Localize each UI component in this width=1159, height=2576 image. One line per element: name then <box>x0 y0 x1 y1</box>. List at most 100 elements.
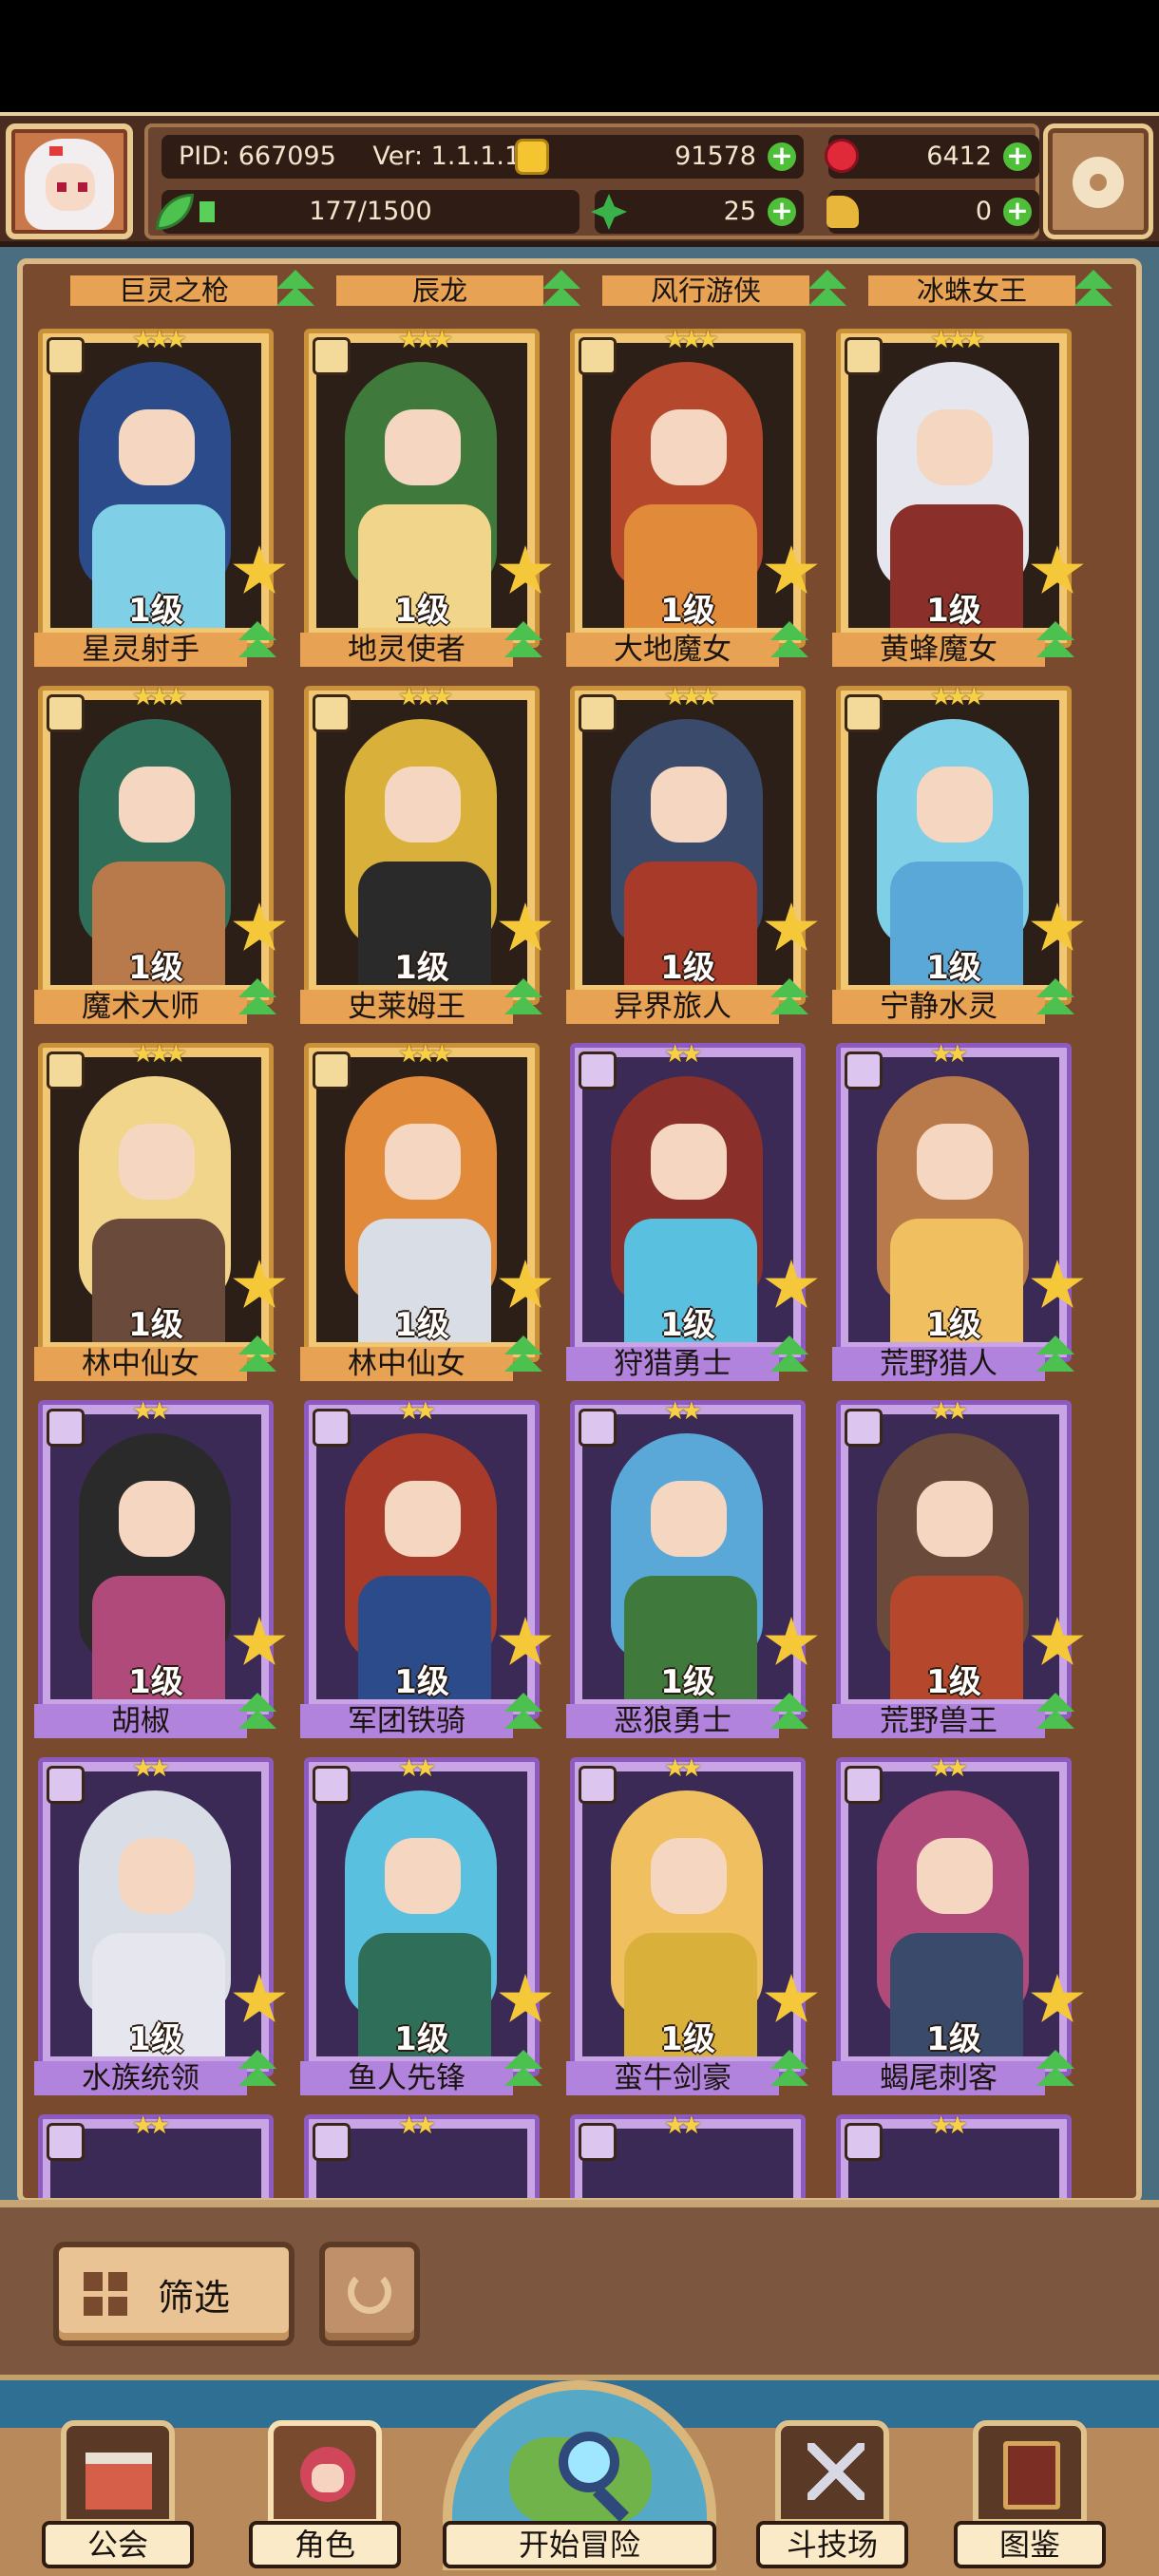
upgrade-arrow-icon[interactable] <box>1034 1334 1077 1375</box>
card-frame: 1级 ★★ <box>38 1754 274 2076</box>
card-frame: 1级 ★★ <box>836 1397 1072 1719</box>
hero-card[interactable]: 1级 ★★★ 林中仙女 <box>300 1040 552 1381</box>
hero-card[interactable]: 1级 ★★★ 林中仙女 <box>34 1040 286 1381</box>
rarity-stars-icon: ★★★ <box>398 326 453 354</box>
hero-portrait: 1级 <box>316 700 527 985</box>
hero-card[interactable]: 1级 ★★ 蝎尾刺客 <box>832 1754 1084 2095</box>
hero-level: 1级 <box>128 1663 183 1699</box>
card-frame: 1级 ★★ <box>836 1040 1072 1362</box>
upgrade-arrow-icon[interactable] <box>236 1334 279 1375</box>
avatar-eye-left <box>57 182 66 192</box>
upgrade-arrow-icon[interactable] <box>768 1691 811 1733</box>
hero-portrait: 1级 <box>848 700 1059 985</box>
hero-card[interactable]: 1级 ★★★ 黄蜂魔女 <box>832 326 1084 667</box>
hero-level: 1级 <box>394 1306 449 1342</box>
card-frame: 1级 ★★★ <box>836 326 1072 648</box>
add-token-plus-icon[interactable]: + <box>1003 198 1032 226</box>
hero-card[interactable]: 1级 ★★ 蛮牛剑豪 <box>566 1754 818 2095</box>
portrait-face <box>651 1838 727 1914</box>
upgrade-arrow-icon[interactable] <box>236 976 279 1018</box>
pid-text: PID: 667095 <box>179 142 336 171</box>
upgrade-arrow-icon[interactable] <box>768 976 811 1018</box>
upgrade-arrow-icon[interactable] <box>502 1691 545 1733</box>
nav-tab-codex[interactable]: 图鉴 <box>954 2420 1106 2576</box>
hero-card[interactable]: 1级 ★★★ 史莱姆王 <box>300 683 552 1024</box>
strip-hero-card[interactable]: 辰龙 <box>317 272 574 310</box>
upgrade-arrow-icon <box>1072 268 1115 310</box>
hero-portrait: 1级 <box>582 700 793 985</box>
hero-card[interactable]: 1级 ★★★ 魔术大师 <box>34 683 286 1024</box>
hero-card-partial[interactable]: ★★ <box>34 2112 276 2198</box>
hero-name: 荒野兽王 <box>832 1704 1045 1738</box>
hero-card[interactable]: 1级 ★★★ 地灵使者 <box>300 326 552 667</box>
partial-row-top: 巨灵之枪 辰龙 风行游侠 冰蛛女王 <box>51 272 1115 310</box>
hero-level: 1级 <box>926 592 981 628</box>
portrait-face <box>917 1481 993 1557</box>
hero-card[interactable]: 1级 ★★ 胡椒 <box>34 1397 286 1738</box>
strip-hero-card[interactable]: 风行游侠 <box>583 272 840 310</box>
hero-card[interactable]: 1级 ★★ 军团铁骑 <box>300 1397 552 1738</box>
strip-hero-name: 巨灵之枪 <box>70 275 277 306</box>
hero-portrait: 1级 <box>50 343 261 628</box>
upgrade-arrow-icon[interactable] <box>502 619 545 661</box>
upgrade-arrow-icon[interactable] <box>236 619 279 661</box>
filter-button[interactable]: 筛选 <box>53 2242 294 2346</box>
hero-card[interactable]: 1级 ★★★ 大地魔女 <box>566 326 818 667</box>
nav-tab-arena[interactable]: 斗技场 <box>756 2420 908 2576</box>
hero-name: 黄蜂魔女 <box>832 633 1045 667</box>
rarity-stars-icon: ★★ <box>132 2112 171 2140</box>
class-badge-icon <box>579 2123 617 2161</box>
guild-house-icon <box>86 2453 152 2510</box>
refresh-icon <box>348 2270 391 2314</box>
add-gems-plus-icon[interactable]: + <box>1003 142 1032 171</box>
filter-bar: 筛选 <box>0 2200 1159 2375</box>
hero-card[interactable]: 1级 ★★ 狩猎勇士 <box>566 1040 818 1381</box>
hero-card[interactable]: 1级 ★★ 荒野猎人 <box>832 1040 1084 1381</box>
hero-card[interactable]: 1级 ★★ 水族统领 <box>34 1754 286 2095</box>
upgrade-arrow-icon[interactable] <box>1034 619 1077 661</box>
settings-button[interactable] <box>1043 123 1153 239</box>
upgrade-arrow-icon[interactable] <box>502 2048 545 2090</box>
class-badge-icon <box>845 694 883 732</box>
avatar-bow <box>49 146 63 156</box>
strip-hero-card[interactable]: 冰蛛女王 <box>849 272 1106 310</box>
hero-card-partial[interactable]: ★★ <box>832 2112 1074 2198</box>
upgrade-arrow-icon[interactable] <box>236 1691 279 1733</box>
upgrade-arrow-icon[interactable] <box>1034 976 1077 1018</box>
avatar-eye-right <box>78 182 87 192</box>
strip-hero-card[interactable]: 巨灵之枪 <box>51 272 308 310</box>
upgrade-arrow-icon[interactable] <box>502 1334 545 1375</box>
hero-roster-scroll[interactable]: 巨灵之枪 辰龙 风行游侠 冰蛛女王 1级 ★★★ 星灵射手 1级 ★★★ 地灵使者 1级 ★★… <box>17 258 1142 2204</box>
upgrade-arrow-icon[interactable] <box>502 976 545 1018</box>
strip-hero-name: 辰龙 <box>336 275 543 306</box>
card-frame: 1级 ★★ <box>570 1040 806 1362</box>
card-frame: ★★ <box>570 2112 806 2198</box>
upgrade-arrow-icon[interactable] <box>768 2048 811 2090</box>
card-frame: 1级 ★★ <box>570 1397 806 1719</box>
hero-card[interactable]: 1级 ★★★ 异界旅人 <box>566 683 818 1024</box>
player-avatar[interactable] <box>6 123 133 239</box>
energy-pill: 177/1500 <box>156 190 580 234</box>
class-badge-icon <box>845 1409 883 1447</box>
rarity-stars-icon: ★★ <box>664 1397 703 1426</box>
upgrade-arrow-icon[interactable] <box>768 619 811 661</box>
hero-card-partial[interactable]: ★★ <box>566 2112 808 2198</box>
hero-card-partial[interactable]: ★★ <box>300 2112 542 2198</box>
upgrade-arrow-icon[interactable] <box>1034 2048 1077 2090</box>
add-clover-plus-icon[interactable]: + <box>768 198 796 226</box>
upgrade-arrow-icon[interactable] <box>768 1334 811 1375</box>
nav-tab-role[interactable]: 角色 <box>249 2420 401 2576</box>
upgrade-arrow-icon[interactable] <box>1034 1691 1077 1733</box>
filter-label: 筛选 <box>158 2277 231 2319</box>
add-gold-plus-icon[interactable]: + <box>768 142 796 171</box>
hero-portrait: 1级 <box>848 1771 1059 2056</box>
hero-card[interactable]: 1级 ★★ 恶狼勇士 <box>566 1397 818 1738</box>
nav-tab-guild[interactable]: 公会 <box>42 2420 194 2576</box>
upgrade-arrow-icon[interactable] <box>236 2048 279 2090</box>
hero-card[interactable]: 1级 ★★ 荒野兽王 <box>832 1397 1084 1738</box>
reset-sort-button[interactable] <box>319 2242 420 2346</box>
hero-card[interactable]: 1级 ★★ 鱼人先锋 <box>300 1754 552 2095</box>
hero-card[interactable]: 1级 ★★★ 宁静水灵 <box>832 683 1084 1024</box>
hero-card[interactable]: 1级 ★★★ 星灵射手 <box>34 326 286 667</box>
start-adventure-button[interactable]: 开始冒险 <box>443 2380 716 2576</box>
